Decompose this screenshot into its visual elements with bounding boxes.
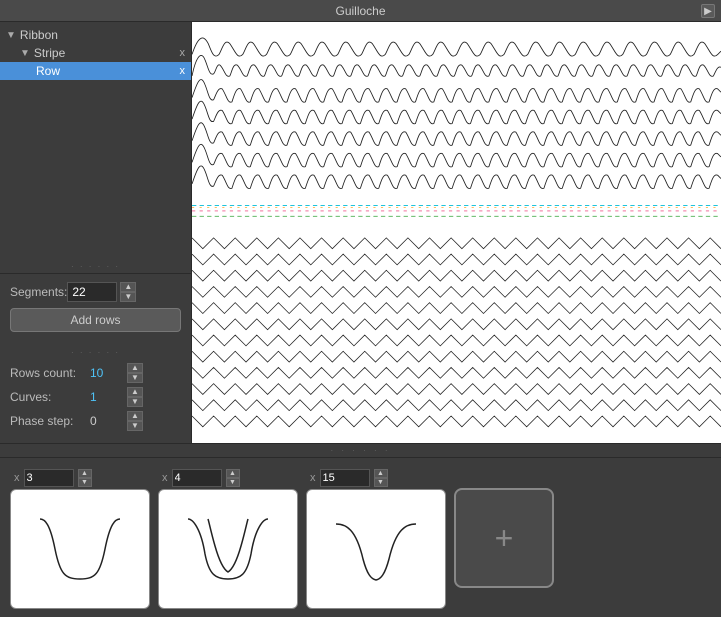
divider-top: · · · · · · [0,260,191,273]
curve-group-1: x ▲ ▼ [10,467,150,609]
curve-2-input[interactable] [172,469,222,487]
rows-count-up[interactable]: ▲ [127,363,143,373]
curve-2-up[interactable]: ▲ [226,469,240,478]
ribbon-label: Ribbon [20,28,58,42]
curve-1-header: x ▲ ▼ [10,467,150,489]
bottom-panel: x ▲ ▼ x ▲ ▼ [0,457,721,617]
phase-step-row: Phase step: 0 ▲ ▼ [10,411,181,431]
curve-1-x-label: x [14,472,20,484]
rows-count-row: Rows count: 10 ▲ ▼ [10,363,181,383]
ribbon-arrow: ▼ [6,30,16,41]
curves-row: Curves: 1 ▲ ▼ [10,387,181,407]
stripe-close[interactable]: x [180,47,186,59]
curves-value: 1 [90,390,126,404]
curve-3-down[interactable]: ▼ [374,478,388,487]
curve-3-up[interactable]: ▲ [374,469,388,478]
curves-up[interactable]: ▲ [127,387,143,397]
curve-1-svg [25,504,135,594]
row-label: Row [36,64,60,78]
params-area: Rows count: 10 ▲ ▼ Curves: 1 ▲ ▼ Phase s… [0,359,191,443]
curves-spinner: ▲ ▼ [127,387,143,407]
row-close[interactable]: x [180,65,186,77]
plus-icon: + [495,522,514,554]
rows-count-label: Rows count: [10,366,90,380]
phase-step-spinner: ▲ ▼ [127,411,143,431]
left-panel: ▼ Ribbon ▼ Stripe x Row x · · · · · · Se… [0,22,192,443]
curves-down[interactable]: ▼ [127,397,143,407]
curve-1-input[interactable] [24,469,74,487]
curve-3-header: x ▲ ▼ [306,467,446,489]
curve-2-spinner: ▲ ▼ [226,469,240,487]
phase-step-down[interactable]: ▼ [127,421,143,431]
tree-row[interactable]: Row x [0,62,191,80]
segments-up[interactable]: ▲ [120,282,136,292]
curve-2-preview[interactable] [158,489,298,609]
segments-input[interactable] [67,282,117,302]
curve-group-2: x ▲ ▼ [158,467,298,609]
controls-area: Segments: ▲ ▼ Add rows [0,273,191,346]
stripe-arrow: ▼ [20,48,30,59]
segments-spinner: ▲ ▼ [67,282,136,302]
curve-1-spinner: ▲ ▼ [78,469,92,487]
curve-1-up[interactable]: ▲ [78,469,92,478]
ornate-loops [192,80,721,189]
curve-2-header: x ▲ ▼ [158,467,298,489]
rows-count-value: 10 [90,366,126,380]
phase-step-value: 0 [90,414,126,428]
title-bar: Guilloche ▶ [0,0,721,22]
divider-mid: · · · · · · [0,346,191,359]
guilloche-pattern [192,22,721,443]
main-area: ▼ Ribbon ▼ Stripe x Row x · · · · · · Se… [0,22,721,443]
export-button[interactable]: ▶ [701,4,715,18]
curve-3-x-label: x [310,472,316,484]
segments-down[interactable]: ▼ [120,292,136,302]
canvas-area [192,22,721,443]
tree-stripe[interactable]: ▼ Stripe x [0,44,191,62]
curve-1-down[interactable]: ▼ [78,478,92,487]
bottom-divider: · · · · · · [0,443,721,457]
curve-group-3: x ▲ ▼ [306,467,446,609]
curve-2-x-label: x [162,472,168,484]
app-title: Guilloche [335,4,385,18]
rows-count-spinner: ▲ ▼ [127,363,143,383]
segments-label: Segments: [10,285,67,299]
curve-2-svg [173,504,283,594]
curves-label: Curves: [10,390,90,404]
stripe-label: Stripe [34,46,65,60]
curve-3-preview[interactable] [306,489,446,609]
segments-row: Segments: ▲ ▼ [10,282,181,302]
add-curve-button[interactable]: + [454,488,554,588]
pattern-rows-top [192,38,721,76]
curve-3-input[interactable] [320,469,370,487]
segments-spinner-btns: ▲ ▼ [120,282,136,302]
rows-count-down[interactable]: ▼ [127,373,143,383]
phase-step-label: Phase step: [10,414,90,428]
add-rows-button[interactable]: Add rows [10,308,181,332]
curve-2-down[interactable]: ▼ [226,478,240,487]
curve-3-svg [321,504,431,594]
tree-ribbon[interactable]: ▼ Ribbon [0,26,191,44]
curve-1-preview[interactable] [10,489,150,609]
tree-area: ▼ Ribbon ▼ Stripe x Row x [0,22,191,260]
pattern-rows-bottom [192,238,721,427]
curve-3-spinner: ▲ ▼ [374,469,388,487]
phase-step-up[interactable]: ▲ [127,411,143,421]
